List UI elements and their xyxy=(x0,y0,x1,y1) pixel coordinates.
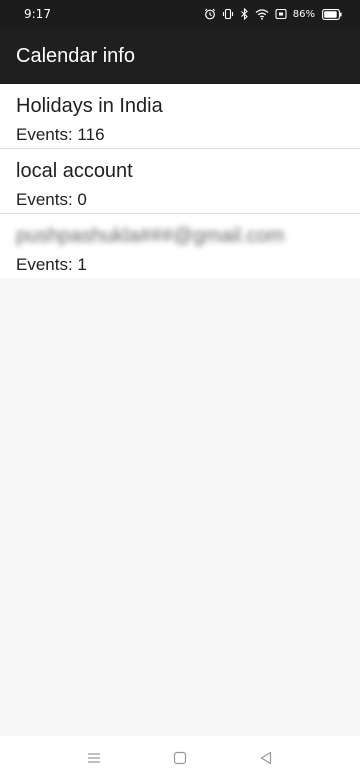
calendar-item-holidays-india[interactable]: Holidays in India Events: 116 xyxy=(0,84,360,149)
navigation-bar xyxy=(0,736,360,780)
page-title: Calendar info xyxy=(16,45,135,67)
wifi-icon xyxy=(255,9,269,20)
nfc-icon xyxy=(275,8,287,20)
calendar-event-count: Events: 0 xyxy=(16,190,87,209)
battery-percent: 86% xyxy=(292,8,315,20)
calendar-name: local account xyxy=(16,160,133,182)
bluetooth-icon xyxy=(240,8,248,20)
vibrate-icon xyxy=(222,8,233,20)
calendar-name: Holidays in India xyxy=(16,95,163,117)
battery-icon xyxy=(322,8,342,20)
empty-content-area xyxy=(0,278,360,736)
status-bar: 9:17 86% xyxy=(0,0,360,28)
calendar-account-email: pushpashukla###@gmail.com xyxy=(16,225,285,247)
menu-icon[interactable] xyxy=(86,750,102,766)
status-icons: 86% xyxy=(204,6,342,22)
calendar-event-count: Events: 116 xyxy=(16,125,105,144)
back-icon[interactable] xyxy=(258,750,274,766)
calendar-item-gmail-account[interactable]: pushpashukla###@gmail.com Events: 1 xyxy=(0,214,360,279)
calendar-list: Holidays in India Events: 116 local acco… xyxy=(0,84,360,279)
calendar-item-local-account[interactable]: local account Events: 0 xyxy=(0,149,360,214)
app-bar: Calendar info xyxy=(0,28,360,84)
status-time: 9:17 xyxy=(24,7,51,21)
alarm-icon xyxy=(204,8,215,20)
calendar-event-count: Events: 1 xyxy=(16,255,87,274)
home-icon[interactable] xyxy=(172,750,188,766)
